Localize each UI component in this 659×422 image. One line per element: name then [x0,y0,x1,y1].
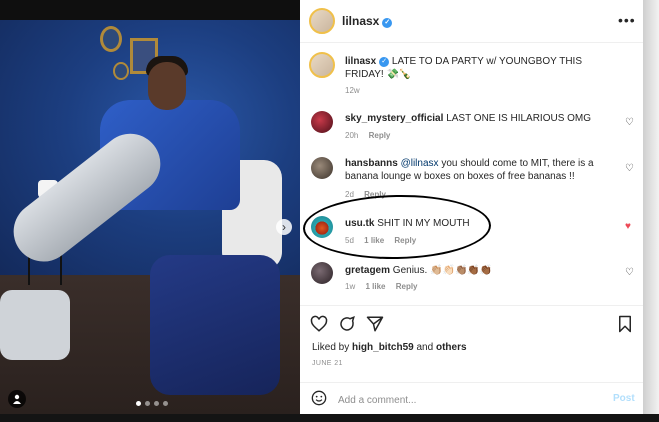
comment-meta: 1w 1 like Reply [345,282,418,291]
like-comment-heart-icon[interactable]: ♡ [625,268,635,278]
author-avatar[interactable] [309,8,335,34]
comment-likes-count[interactable]: 1 like [365,282,385,291]
carousel-indicator [136,401,168,406]
person-boot [0,290,70,360]
carousel-dot [145,401,150,406]
post-actions: Liked by high_bitch59 and others JUNE 21 [300,305,643,386]
background-edge [643,0,659,414]
like-comment-heart-icon[interactable]: ♡ [625,164,635,174]
liked-by-text: Liked by high_bitch59 and others [312,342,467,353]
comment-username[interactable]: gretagem [345,265,390,276]
chevron-right-icon: › [282,220,286,234]
post-header: lilnasx ✓ ••• [300,0,643,43]
post-photo[interactable]: › [0,20,300,414]
like-comment-heart-icon[interactable]: ♡ [625,118,635,128]
verified-badge-icon: ✓ [382,18,393,28]
mention-link[interactable]: @lilnasx [401,158,439,169]
add-comment-bar: Post [300,382,643,415]
bottom-background-strip [0,414,659,422]
liked-by-others-link[interactable]: others [436,342,467,353]
wall-frame [100,26,122,52]
liked-by-user-link[interactable]: high_bitch59 [352,342,414,353]
comment-meta: 20h Reply [345,131,391,140]
post-date: JUNE 21 [312,360,343,367]
person-head [148,62,186,110]
caption-text: lilnasx ✓ LATE TO DA PARTY w/ YOUNGBOY TH… [345,55,613,81]
comment-avatar[interactable] [311,111,333,133]
clap-emojis: 👏🏼👏🏻👏🏽👏🏾👏🏾 [430,265,493,276]
carousel-dot [154,401,159,406]
comment-username[interactable]: hansbanns [345,158,398,169]
comment-text: sky_mystery_official LAST ONE IS HILARIO… [345,113,592,124]
comment-avatar[interactable] [311,262,333,284]
author-username[interactable]: lilnasx [342,14,379,28]
caption-age: 12w [345,86,360,95]
carousel-dot [136,401,141,406]
comment-avatar[interactable] [311,157,333,179]
add-comment-input[interactable] [336,391,580,409]
post-comment-button[interactable]: Post [613,393,635,404]
caption-avatar[interactable] [309,52,335,78]
blue-bag [150,255,280,395]
comment-text: hansbanns @lilnasx you should come to MI… [345,158,594,182]
carousel-dot [163,401,168,406]
comment-username[interactable]: sky_mystery_official [345,113,443,124]
user-icon [13,394,21,404]
verified-badge-icon: ✓ [379,57,390,67]
wall-frame [113,62,129,80]
caption-username[interactable]: lilnasx [345,56,376,67]
share-icon[interactable] [366,315,384,333]
comment-icon[interactable] [338,315,356,333]
bookmark-icon[interactable] [616,315,634,333]
reply-button[interactable]: Reply [396,282,418,291]
reply-button[interactable]: Reply [369,131,391,140]
liked-comment-heart-icon[interactable]: ♥ [625,222,635,232]
comment-text: gretagem Genius. 👏🏼👏🏻👏🏽👏🏾👏🏾 [345,265,493,276]
more-options-button[interactable]: ••• [618,12,636,28]
user-tag-button[interactable] [8,390,26,408]
heart-icon[interactable] [310,315,328,333]
emoji-icon[interactable] [311,390,327,406]
next-photo-button[interactable]: › [276,219,292,235]
comments-section: lilnasx ✓ LATE TO DA PARTY w/ YOUNGBOY TH… [300,42,643,305]
